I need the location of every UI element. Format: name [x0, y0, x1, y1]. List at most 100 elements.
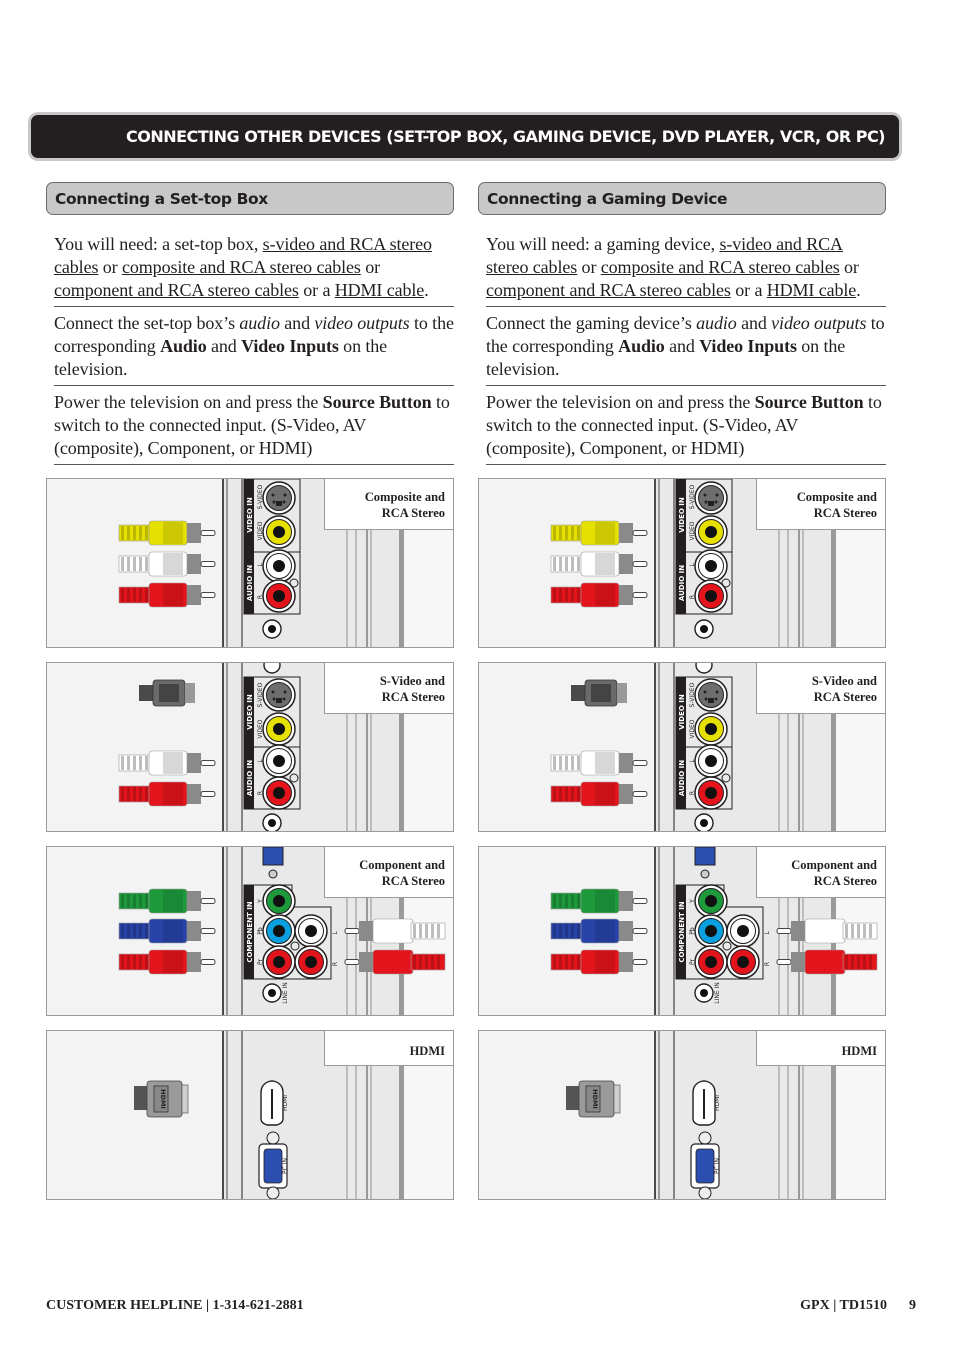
audio-jack-left [694, 549, 728, 583]
section-header: Connecting a Set-top Box [46, 182, 454, 215]
svg-text:AUDIO IN: AUDIO IN [678, 760, 686, 796]
hdmi-plug: HDMI [566, 1080, 621, 1118]
section-set-top-box: Connecting a Set-top Box You will need: … [46, 182, 454, 1214]
audio-jack-right [694, 776, 728, 810]
diagram-svideo: VIDEO IN S-VIDEO VIDEO AUDIO IN L R S-Vi… [46, 662, 454, 832]
svg-text:AUDIO IN: AUDIO IN [246, 565, 254, 601]
headphone-jack [262, 813, 282, 831]
audio-jack-left [294, 914, 328, 948]
diagram-hdmi: HDMI PC IN HDMI HDMI [478, 1030, 886, 1200]
white-rca-plug [118, 551, 216, 577]
svideo-jack [262, 481, 296, 515]
svideo-plug [571, 679, 627, 707]
component-jack-pr [694, 945, 728, 979]
svg-text:VIDEO IN: VIDEO IN [246, 694, 254, 730]
diagram-label: S-Video and RCA Stereo [324, 663, 453, 714]
diagram-list: VIDEO IN S-VIDEO VIDEO AUDIO IN L R Comp… [478, 478, 886, 1200]
svg-text:PC IN: PC IN [714, 1158, 721, 1174]
link-hdmi-cable[interactable]: HDMI cable [335, 280, 425, 300]
line-in-jack [694, 983, 714, 1003]
component-jack-pb [262, 914, 296, 948]
video-jack-yellow [262, 515, 296, 549]
svg-text:R: R [332, 962, 339, 966]
component-jack-y [262, 884, 296, 918]
link-component-cables[interactable]: component and RCA stereo cables [54, 280, 299, 300]
headphone-jack [262, 619, 282, 639]
video-jack-yellow [262, 712, 296, 746]
power-instructions: Power the television on and press the So… [54, 386, 454, 465]
link-hdmi-cable[interactable]: HDMI cable [767, 280, 857, 300]
link-composite-cables[interactable]: composite and RCA stereo cables [601, 257, 840, 277]
hdmi-port [692, 1080, 716, 1126]
diagram-label: S-Video and RCA Stereo [756, 663, 885, 714]
diagram-component: COMPONENT IN Y Pb Pr L R LINE IN Compone… [478, 846, 886, 1016]
headphone-jack [694, 619, 714, 639]
line-in-jack [262, 983, 282, 1003]
svg-text:VIDEO IN: VIDEO IN [246, 497, 254, 533]
link-component-cables[interactable]: component and RCA stereo cables [486, 280, 731, 300]
diagram-list: VIDEO IN S-VIDEO VIDEO AUDIO IN L R Comp… [46, 478, 454, 1200]
svg-text:COMPONENT IN: COMPONENT IN [678, 901, 686, 962]
requirements-text: You will need: a gaming device, s-video … [486, 228, 886, 307]
yellow-rca-plug [118, 520, 216, 546]
audio-jack-left [694, 744, 728, 778]
svg-text:HDMI: HDMI [159, 1089, 167, 1109]
section-title: Connecting a Set-top Box [55, 189, 268, 208]
red-rca-plug [550, 582, 648, 608]
audio-jack-right [262, 776, 296, 810]
diagram-composite: VIDEO IN S-VIDEO VIDEO AUDIO IN L R Comp… [478, 478, 886, 648]
connect-instructions: Connect the set-top box’s audio and vide… [54, 307, 454, 386]
red-rca-plug [118, 781, 216, 807]
diagram-label: Component and RCA Stereo [756, 847, 885, 898]
red-rca-plug [118, 582, 216, 608]
diagram-label: Composite and RCA Stereo [324, 479, 453, 530]
section-gaming-device: Connecting a Gaming Device You will need… [478, 182, 886, 1214]
power-instructions: Power the television on and press the So… [486, 386, 886, 465]
green-rca-plug [118, 888, 216, 914]
diagram-label: Composite and RCA Stereo [756, 479, 885, 530]
svg-text:PC IN: PC IN [282, 1158, 289, 1174]
svg-text:COMPONENT IN: COMPONENT IN [246, 901, 254, 962]
diagram-component: COMPONENT IN Y Pb Pr L R LINE IN Compone… [46, 846, 454, 1016]
svg-text:LINE IN: LINE IN [714, 982, 721, 1004]
svg-text:HDMI: HDMI [591, 1089, 599, 1109]
svg-text:AUDIO IN: AUDIO IN [246, 760, 254, 796]
hdmi-port [260, 1080, 284, 1126]
audio-jack-left [262, 549, 296, 583]
video-jack-yellow [694, 515, 728, 549]
headphone-jack [694, 813, 714, 831]
svg-text:VIDEO IN: VIDEO IN [678, 497, 686, 533]
white-rca-plug [550, 750, 648, 776]
svideo-jack [694, 678, 728, 712]
link-composite-cables[interactable]: composite and RCA stereo cables [122, 257, 361, 277]
svideo-plug [139, 679, 195, 707]
red-rca-plug [550, 949, 648, 975]
component-jack-y [694, 884, 728, 918]
diagram-label: HDMI [324, 1031, 453, 1066]
svg-text:HDMI: HDMI [714, 1095, 721, 1111]
audio-jack-right [726, 945, 760, 979]
white-rca-plug [550, 551, 648, 577]
svg-text:R: R [764, 962, 771, 966]
component-jack-pb [694, 914, 728, 948]
diagram-hdmi: HDMI PC IN HDMI HDMI [46, 1030, 454, 1200]
white-rca-plug [118, 750, 216, 776]
diagram-composite: VIDEO IN S-VIDEO VIDEO AUDIO IN L R Comp… [46, 478, 454, 648]
blue-rca-plug [550, 918, 648, 944]
svideo-jack [262, 678, 296, 712]
connect-instructions: Connect the gaming device’s audio and vi… [486, 307, 886, 386]
audio-jack-left [262, 744, 296, 778]
audio-jack-right [294, 945, 328, 979]
section-title: Connecting a Gaming Device [487, 189, 728, 208]
svg-text:VIDEO IN: VIDEO IN [678, 694, 686, 730]
green-rca-plug [550, 888, 648, 914]
yellow-rca-plug [550, 520, 648, 546]
section-header: Connecting a Gaming Device [478, 182, 886, 215]
svg-text:LINE IN: LINE IN [282, 982, 289, 1004]
audio-jack-left [726, 914, 760, 948]
requirements-text: You will need: a set-top box, s-video an… [54, 228, 454, 307]
red-rca-plug [118, 949, 216, 975]
component-jack-pr [262, 945, 296, 979]
diagram-label: HDMI [756, 1031, 885, 1066]
footer-model: GPX | TD1510 9 [800, 1298, 916, 1313]
